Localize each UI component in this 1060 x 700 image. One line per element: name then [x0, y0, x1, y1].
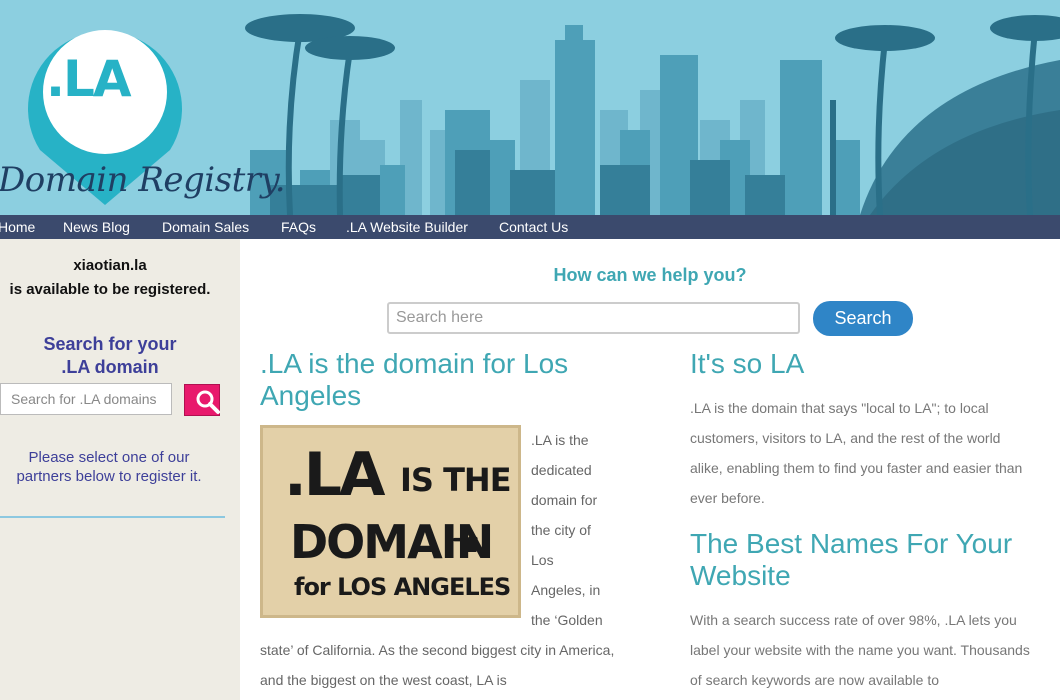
- sidebar-domain-search-input[interactable]: [0, 383, 172, 415]
- nav-domain-sales[interactable]: Domain Sales: [162, 219, 249, 235]
- left-article-title: .LA is the domain for Los Angeles: [260, 348, 569, 411]
- nav-news-blog[interactable]: News Blog: [63, 219, 130, 235]
- left-article-side-text: .LA is the dedicated domain for the city…: [531, 432, 603, 628]
- logo-wordmark: Domain Registry.: [0, 160, 286, 200]
- right-article-body-2: With a search success rate of over 98%, …: [690, 612, 1030, 688]
- help-heading: How can we help you?: [553, 265, 747, 285]
- nav-home[interactable]: Home: [0, 219, 35, 235]
- partner-note: Please select one of our partners below …: [16, 449, 202, 485]
- main-nav: Home News Blog Domain Sales FAQs .LA Web…: [0, 215, 1060, 239]
- main-search-button[interactable]: Search: [813, 301, 913, 336]
- poster-is-the: IS THE: [400, 461, 512, 499]
- site-logo[interactable]: .LA Domain Registry.: [0, 0, 286, 215]
- poster-for-los-angeles: for LOS ANGELES: [294, 573, 511, 601]
- logo-mark: .LA: [46, 50, 132, 108]
- sidebar-search-title-line2: .LA domain: [61, 357, 159, 377]
- availability-status: is available to be registered.: [9, 281, 211, 298]
- la-domain-image: .LA IS THE DOMAIN ☚ for LOS ANGELES: [257, 422, 524, 621]
- right-article-title-2: The Best Names For Your Website: [690, 528, 1013, 591]
- available-domain: xiaotian.la: [73, 257, 147, 274]
- right-article-body-1: .LA is the domain that says "local to LA…: [690, 400, 1023, 506]
- right-article-title-1: It's so LA: [690, 348, 805, 379]
- left-article-body: state’ of California. As the second bigg…: [260, 642, 615, 688]
- nav-website-builder[interactable]: .LA Website Builder: [346, 219, 468, 235]
- nav-faqs[interactable]: FAQs: [281, 219, 316, 235]
- search-icon: [196, 390, 220, 414]
- poster-la: .LA: [284, 440, 385, 510]
- main-search-input[interactable]: [387, 302, 800, 334]
- poster-pointing-hand-icon: ☚: [450, 526, 481, 564]
- sidebar-divider: [0, 516, 225, 518]
- sidebar-search-title: Search for your .LA domain: [0, 333, 220, 379]
- sidebar-search-title-line1: Search for your: [43, 334, 177, 354]
- sidebar: xiaotian.la is available to be registere…: [0, 239, 240, 700]
- nav-contact-us[interactable]: Contact Us: [499, 219, 568, 235]
- header-banner: .LA Domain Registry.: [0, 0, 1060, 215]
- sidebar-search-button[interactable]: [184, 384, 220, 416]
